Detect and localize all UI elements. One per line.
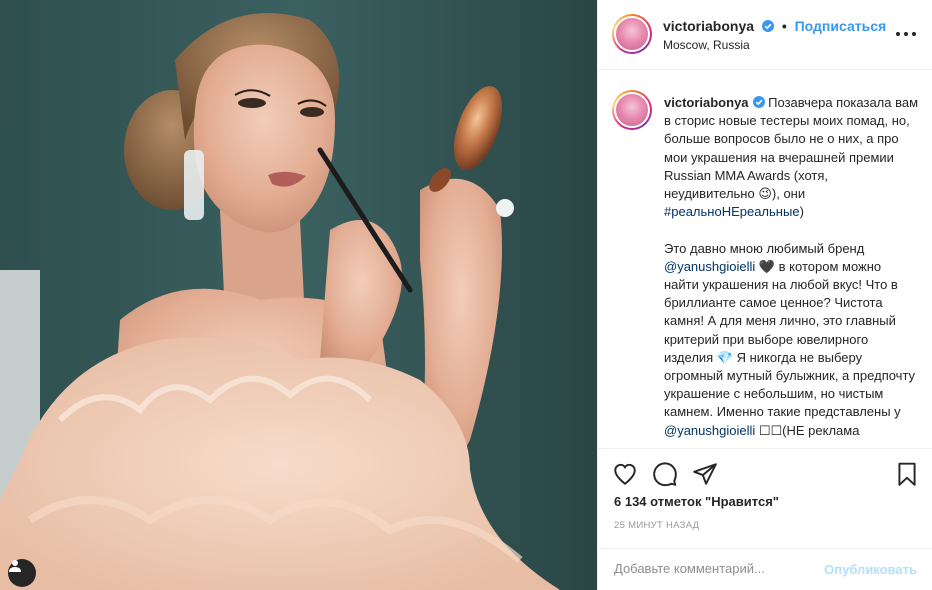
hashtag-link[interactable]: #реальноНЕреальные (664, 204, 800, 219)
header-username[interactable]: victoriabonya (663, 18, 754, 34)
header-separator: • (781, 18, 787, 34)
add-comment-bar: Опубликовать (598, 548, 932, 590)
mention-link[interactable]: @yanushgioielli (664, 423, 755, 438)
caption-text-1: Позавчера показала вам в сторис новые те… (664, 95, 922, 202)
more-dot (904, 32, 908, 36)
verified-badge-icon (752, 96, 765, 108)
more-options-button[interactable] (896, 26, 916, 42)
caption-text-4: ☐☐(НЕ реклама (755, 422, 860, 438)
post-header: victoriabonya • Подписаться Moscow, Russ… (598, 0, 932, 70)
avatar[interactable] (612, 14, 652, 54)
caption-avatar[interactable] (612, 90, 652, 130)
post-image (0, 0, 597, 590)
comment-input[interactable] (614, 561, 814, 576)
comment-icon[interactable] (652, 461, 678, 487)
bookmark-icon[interactable] (894, 461, 920, 487)
caption-text-3: 🖤 в котором можно найти украшения на люб… (664, 258, 919, 420)
mention-link[interactable]: @yanushgioielli (664, 259, 755, 274)
location-link[interactable]: Moscow, Russia (663, 38, 750, 52)
verified-badge-icon (761, 20, 774, 32)
more-horizontal-icon (896, 32, 900, 36)
post-side-panel: victoriabonya • Подписаться Moscow, Russ… (597, 0, 932, 590)
share-icon[interactable] (692, 461, 718, 487)
post-timestamp[interactable]: 25 минут назад (614, 520, 699, 531)
follow-button[interactable]: Подписаться (795, 18, 887, 34)
post-photo[interactable] (0, 0, 597, 590)
caption-username[interactable]: victoriabonya (664, 95, 749, 110)
tagged-users-button[interactable] (8, 559, 36, 587)
header-username-row: victoriabonya • Подписаться (663, 18, 886, 34)
action-bar (598, 458, 932, 498)
comments-section[interactable]: victoriabonya Позавчера показала вам в с… (598, 71, 932, 449)
person-icon (9, 560, 21, 572)
more-dot (912, 32, 916, 36)
publish-button[interactable]: Опубликовать (824, 562, 917, 577)
post-caption: victoriabonya Позавчера показала вам в с… (664, 94, 919, 440)
heart-icon[interactable] (612, 461, 638, 487)
likes-count[interactable]: 6 134 отметок "Нравится" (614, 494, 779, 509)
